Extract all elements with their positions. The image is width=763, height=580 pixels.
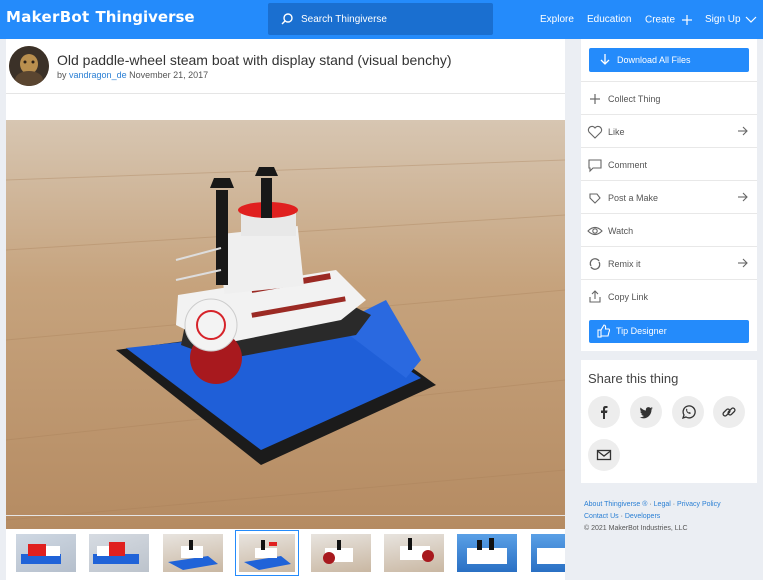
facebook-share-button[interactable]: [588, 396, 620, 428]
thing-title: Old paddle-wheel steam boat with display…: [57, 52, 452, 68]
site-footer: About Thingiverse ® · Legal · Privacy Po…: [584, 499, 760, 535]
download-arrow-icon: [600, 54, 610, 65]
footer-separator: ·: [620, 513, 623, 520]
thumbnail[interactable]: [16, 534, 76, 572]
avatar-image: [9, 46, 49, 86]
footer-separator: ·: [649, 501, 652, 508]
thumbnail[interactable]: [531, 534, 565, 572]
nav-education[interactable]: Education: [587, 14, 631, 25]
nav-create-label: Create: [645, 14, 676, 26]
thumbnail[interactable]: [163, 534, 223, 572]
twitter-icon: [639, 407, 653, 419]
comment-icon: [588, 159, 602, 173]
publish-date: November 21, 2017: [129, 70, 209, 80]
plus-icon: [681, 15, 692, 25]
thumbnail[interactable]: [457, 534, 517, 572]
thing-main-card: Old paddle-wheel steam boat with display…: [6, 39, 565, 580]
twitter-share-button[interactable]: [630, 396, 662, 428]
byline-prefix: by: [57, 70, 67, 80]
nav-create[interactable]: Create: [645, 14, 693, 26]
thumbnail[interactable]: [384, 534, 444, 572]
author-link[interactable]: vandragon_de: [69, 70, 127, 80]
about-thingiverse-link[interactable]: About Thingiverse ®: [584, 501, 647, 508]
email-icon: [596, 449, 612, 461]
remix-it-label: Remix it: [608, 259, 641, 269]
developers-link[interactable]: Developers: [625, 513, 660, 520]
author-avatar[interactable]: [9, 46, 49, 86]
thumbnail-divider: [6, 515, 565, 516]
arrow-right-icon: [738, 192, 748, 202]
copyright-text: © 2021 MakerBot Industries, LLC: [584, 525, 688, 532]
link-icon: [722, 407, 736, 417]
thumbs-up-icon: [597, 324, 611, 338]
makerbot-thingiverse-logo[interactable]: MakerBot Thingiverse: [6, 8, 195, 27]
header-divider: [6, 93, 565, 94]
chevron-down-icon: [745, 16, 757, 24]
whatsapp-share-button[interactable]: [672, 396, 704, 428]
thing-byline: by vandragon_de November 21, 2017: [57, 70, 208, 80]
tip-designer-label: Tip Designer: [616, 326, 667, 336]
nav-explore[interactable]: Explore: [540, 14, 574, 25]
email-share-button[interactable]: [588, 439, 620, 471]
footer-row-2: Contact Us · Developers: [584, 511, 760, 523]
thumbnail[interactable]: [311, 534, 371, 572]
remix-it-button[interactable]: Remix it: [581, 246, 757, 279]
thumbnail-active[interactable]: [235, 530, 299, 576]
nav-sign-up-label: Sign Up: [705, 14, 741, 25]
comment-button[interactable]: Comment: [581, 147, 757, 180]
contact-us-link[interactable]: Contact Us: [584, 513, 619, 520]
watch-button[interactable]: Watch: [581, 213, 757, 246]
share-title: Share this thing: [588, 371, 679, 386]
top-navbar: MakerBot Thingiverse Search Thingiverse E…: [0, 0, 763, 39]
post-a-make-button[interactable]: Post a Make: [581, 180, 757, 213]
copy-link-label: Copy Link: [608, 292, 649, 302]
remix-icon: [589, 258, 601, 270]
make-nozzle-icon: [589, 193, 601, 204]
copy-link-button[interactable]: Copy Link: [581, 279, 757, 312]
whatsapp-icon: [681, 405, 696, 420]
collect-thing-button[interactable]: Collect Thing: [581, 81, 757, 114]
copy-link-share-button[interactable]: [713, 396, 745, 428]
thumbnail[interactable]: [89, 534, 149, 572]
heart-icon: [587, 125, 603, 139]
search-placeholder: Search Thingiverse: [301, 14, 387, 25]
post-a-make-label: Post a Make: [608, 193, 659, 203]
privacy-policy-link[interactable]: Privacy Policy: [677, 501, 721, 508]
logo-thingiverse: Thingiverse: [95, 8, 195, 26]
thing-actions-panel: Download All Files Collect Thing Like Co…: [581, 39, 757, 351]
download-all-files-button[interactable]: Download All Files: [589, 48, 749, 72]
footer-separator: ·: [672, 501, 676, 508]
boat-photo-illustration: [6, 120, 565, 529]
facebook-icon: [601, 406, 608, 419]
arrow-right-icon: [738, 126, 748, 136]
arrow-right-icon: [738, 258, 748, 268]
thumbnail-strip: [6, 530, 565, 580]
like-label: Like: [608, 127, 625, 137]
footer-row-1: About Thingiverse ® · Legal · Privacy Po…: [584, 499, 760, 511]
tip-designer-button[interactable]: Tip Designer: [589, 320, 749, 343]
search-icon: [281, 13, 293, 25]
logo-makerbot: MakerBot: [6, 8, 90, 26]
search-input[interactable]: Search Thingiverse: [268, 3, 493, 35]
collect-thing-label: Collect Thing: [608, 94, 661, 104]
download-all-files-label: Download All Files: [617, 55, 691, 65]
eye-icon: [587, 226, 603, 236]
share-panel: Share this thing: [581, 360, 757, 483]
legal-link[interactable]: Legal: [654, 501, 671, 508]
plus-icon: [590, 94, 600, 104]
main-photo[interactable]: [6, 120, 565, 529]
share-upload-icon: [589, 290, 601, 303]
comment-label: Comment: [608, 160, 648, 170]
like-button[interactable]: Like: [581, 114, 757, 147]
nav-sign-up[interactable]: Sign Up: [705, 14, 757, 25]
watch-label: Watch: [608, 226, 634, 236]
